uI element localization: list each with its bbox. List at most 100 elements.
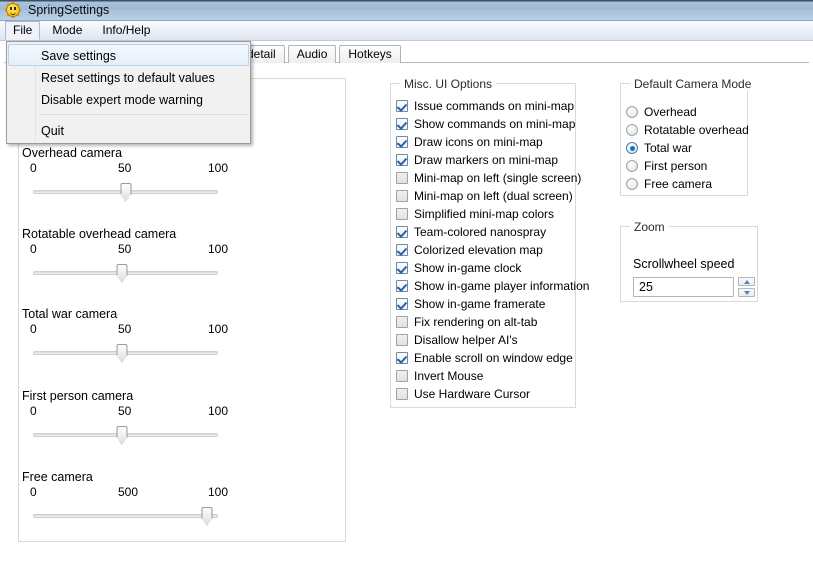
menu-mode[interactable]: Mode bbox=[44, 21, 90, 40]
misc-option-row[interactable]: Show in-game clock bbox=[396, 259, 589, 277]
misc-option-row[interactable]: Show in-game player information bbox=[396, 277, 589, 295]
misc-option-label: Mini-map on left (single screen) bbox=[414, 171, 582, 185]
misc-option-label: Invert Mouse bbox=[414, 369, 484, 383]
tab-hotkeys[interactable]: Hotkeys bbox=[339, 45, 401, 63]
camera-slider-tick-mid: 50 bbox=[118, 404, 132, 418]
camera-slider-thumb[interactable] bbox=[116, 426, 128, 445]
scrollwheel-speed-stepper[interactable]: 25 bbox=[633, 277, 755, 297]
misc-option-row[interactable]: Enable scroll on window edge bbox=[396, 349, 589, 367]
misc-option-row[interactable]: Draw markers on mini-map bbox=[396, 151, 589, 169]
camera-slider-tick-max: 100 bbox=[208, 404, 229, 418]
menu-file[interactable]: File bbox=[5, 21, 41, 40]
checkbox-unchecked-icon[interactable] bbox=[396, 388, 408, 400]
checkbox-unchecked-icon[interactable] bbox=[396, 334, 408, 346]
checkbox-unchecked-icon[interactable] bbox=[396, 172, 408, 184]
default-camera-mode-groupbox: Default Camera Mode Overhead Rotatable ov… bbox=[620, 77, 756, 196]
misc-option-label: Draw markers on mini-map bbox=[414, 153, 559, 167]
radio-unselected-icon[interactable] bbox=[626, 124, 638, 136]
camera-slider[interactable] bbox=[33, 182, 218, 202]
misc-option-row[interactable]: Colorized elevation map bbox=[396, 241, 589, 259]
misc-option-row[interactable]: Disallow helper AI's bbox=[396, 331, 589, 349]
camera-slider-block: Total war camera 0 50 100 bbox=[22, 307, 322, 363]
camera-slider[interactable] bbox=[33, 425, 218, 445]
camera-mode-label: Free camera bbox=[644, 177, 713, 191]
title-bar: SpringSettings bbox=[0, 0, 813, 21]
camera-slider[interactable] bbox=[33, 263, 218, 283]
stepper-down-button[interactable] bbox=[738, 288, 755, 297]
checkbox-checked-icon[interactable] bbox=[396, 100, 408, 112]
camera-mode-row[interactable]: Free camera bbox=[626, 175, 749, 193]
misc-option-label: Show in-game framerate bbox=[414, 297, 546, 311]
misc-option-row[interactable]: Simplified mini-map colors bbox=[396, 205, 589, 223]
misc-option-label: Enable scroll on window edge bbox=[414, 351, 573, 365]
checkbox-unchecked-icon[interactable] bbox=[396, 316, 408, 328]
misc-option-row[interactable]: Use Hardware Cursor bbox=[396, 385, 589, 403]
misc-option-row[interactable]: Mini-map on left (dual screen) bbox=[396, 187, 589, 205]
misc-option-label: Draw icons on mini-map bbox=[414, 135, 543, 149]
menu-item-save-settings[interactable]: Save settings bbox=[8, 44, 249, 66]
camera-mode-row[interactable]: Total war bbox=[626, 139, 749, 157]
radio-selected-icon[interactable] bbox=[626, 142, 638, 154]
camera-slider-tick-max: 100 bbox=[208, 242, 229, 256]
camera-slider-thumb[interactable] bbox=[116, 264, 128, 283]
checkbox-unchecked-icon[interactable] bbox=[396, 370, 408, 382]
camera-slider-block: Rotatable overhead camera 0 50 100 bbox=[22, 227, 322, 283]
checkbox-checked-icon[interactable] bbox=[396, 118, 408, 130]
camera-slider-ticks: 0 500 100 bbox=[30, 485, 245, 500]
checkbox-checked-icon[interactable] bbox=[396, 226, 408, 238]
camera-slider-label: Free camera bbox=[22, 470, 93, 484]
camera-slider-block: First person camera 0 50 100 bbox=[22, 389, 322, 445]
misc-option-label: Colorized elevation map bbox=[414, 243, 543, 257]
scrollwheel-speed-input[interactable]: 25 bbox=[633, 277, 734, 297]
camera-slider-tick-mid: 50 bbox=[118, 322, 132, 336]
camera-slider-tick-min: 0 bbox=[30, 404, 37, 418]
misc-ui-options-groupbox: Misc. UI Options Issue commands on mini-… bbox=[390, 77, 589, 408]
checkbox-checked-icon[interactable] bbox=[396, 280, 408, 292]
menu-bar: File Mode Info/Help bbox=[0, 21, 813, 41]
menu-item-disable-expert-warning[interactable]: Disable expert mode warning bbox=[8, 88, 249, 110]
radio-unselected-icon[interactable] bbox=[626, 106, 638, 118]
checkbox-checked-icon[interactable] bbox=[396, 262, 408, 274]
radio-unselected-icon[interactable] bbox=[626, 160, 638, 172]
camera-slider[interactable] bbox=[33, 506, 218, 526]
checkbox-checked-icon[interactable] bbox=[396, 352, 408, 364]
camera-slider-thumb[interactable] bbox=[120, 183, 131, 202]
camera-slider-thumb[interactable] bbox=[116, 344, 128, 363]
misc-option-row[interactable]: Invert Mouse bbox=[396, 367, 589, 385]
misc-option-row[interactable]: Show in-game framerate bbox=[396, 295, 589, 313]
window-title: SpringSettings bbox=[28, 3, 110, 17]
misc-option-row[interactable]: Mini-map on left (single screen) bbox=[396, 169, 589, 187]
stepper-up-button[interactable] bbox=[738, 277, 755, 286]
camera-slider[interactable] bbox=[33, 343, 218, 363]
checkbox-unchecked-icon[interactable] bbox=[396, 208, 408, 220]
checkbox-checked-icon[interactable] bbox=[396, 136, 408, 148]
checkbox-unchecked-icon[interactable] bbox=[396, 190, 408, 202]
misc-option-row[interactable]: Fix rendering on alt-tab bbox=[396, 313, 589, 331]
tab-audio[interactable]: Audio bbox=[287, 45, 337, 63]
misc-option-label: Issue commands on mini-map bbox=[414, 99, 575, 113]
camera-slider-tick-min: 0 bbox=[30, 161, 37, 175]
camera-slider-track[interactable] bbox=[33, 514, 218, 518]
misc-option-row[interactable]: Issue commands on mini-map bbox=[396, 97, 589, 115]
menu-item-reset-settings[interactable]: Reset settings to default values bbox=[8, 66, 249, 88]
camera-slider-ticks: 0 50 100 bbox=[30, 161, 245, 176]
chevron-down-icon bbox=[743, 290, 750, 295]
menu-info-help[interactable]: Info/Help bbox=[94, 21, 158, 40]
camera-mode-row[interactable]: Rotatable overhead bbox=[626, 121, 749, 139]
checkbox-checked-icon[interactable] bbox=[396, 298, 408, 310]
camera-mode-row[interactable]: First person bbox=[626, 157, 749, 175]
misc-option-row[interactable]: Show commands on mini-map bbox=[396, 115, 589, 133]
camera-mode-label: First person bbox=[644, 159, 708, 173]
camera-slider-tick-mid: 50 bbox=[118, 161, 132, 175]
camera-mode-label: Rotatable overhead bbox=[644, 123, 749, 137]
menu-item-quit[interactable]: Quit bbox=[8, 119, 249, 141]
checkbox-checked-icon[interactable] bbox=[396, 154, 408, 166]
checkbox-checked-icon[interactable] bbox=[396, 244, 408, 256]
camera-slider-thumb[interactable] bbox=[201, 507, 213, 526]
chevron-up-icon bbox=[743, 279, 750, 284]
radio-unselected-icon[interactable] bbox=[626, 178, 638, 190]
misc-option-row[interactable]: Team-colored nanospray bbox=[396, 223, 589, 241]
misc-option-row[interactable]: Draw icons on mini-map bbox=[396, 133, 589, 151]
camera-mode-row[interactable]: Overhead bbox=[626, 103, 749, 121]
scrollwheel-speed-label: Scrollwheel speed bbox=[633, 257, 735, 271]
